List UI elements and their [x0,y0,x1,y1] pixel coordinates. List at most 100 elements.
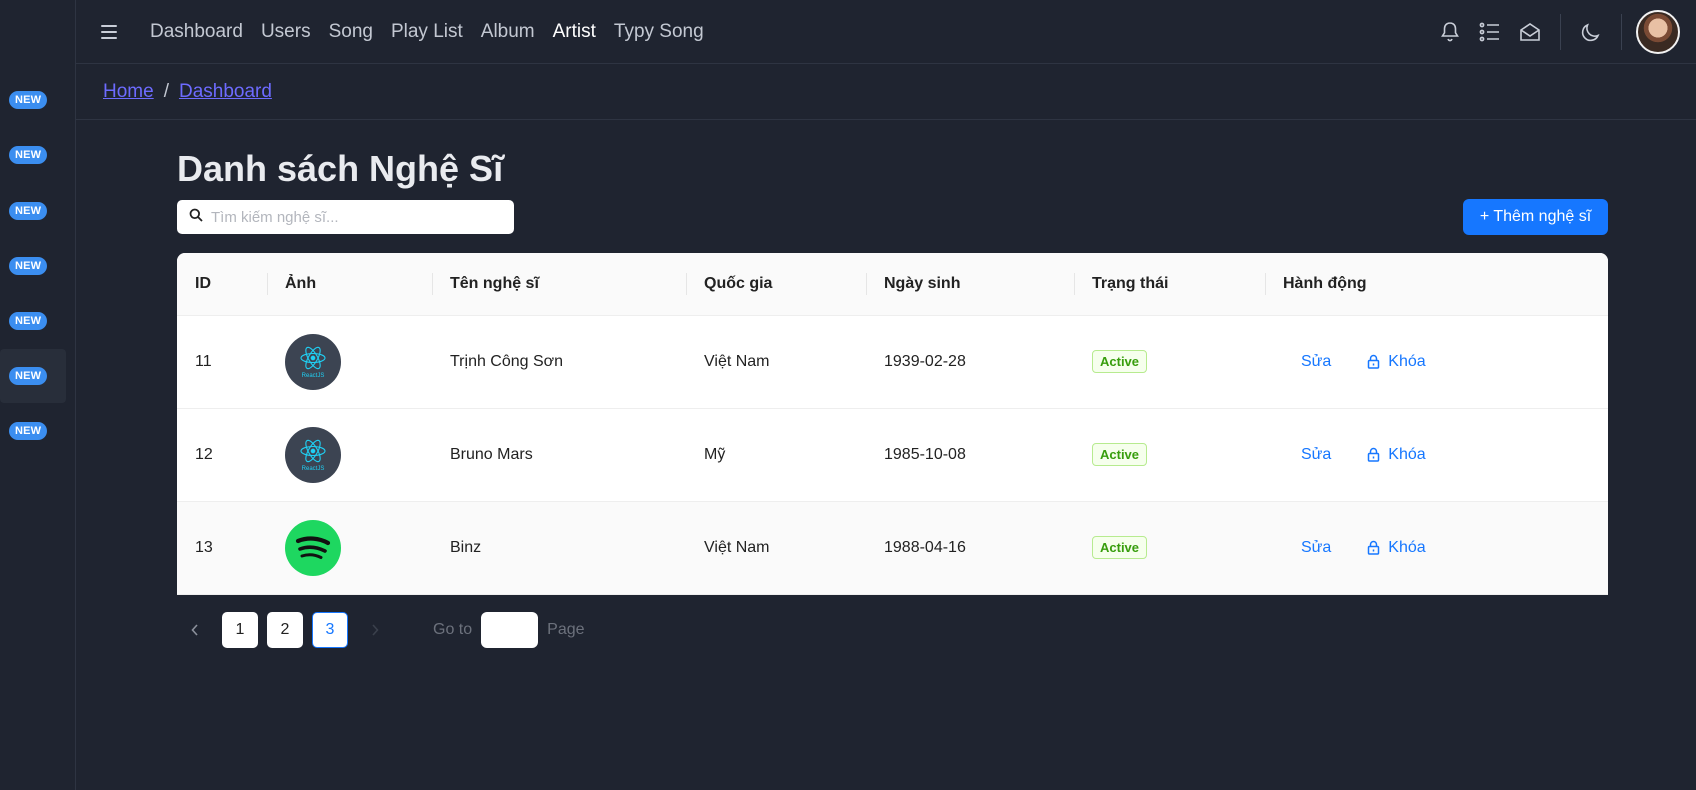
nav-album[interactable]: Album [472,21,544,43]
sidebar-item-1[interactable]: NEW [0,73,66,127]
table-row: 11 ReactJS Trịnh Công Sơn Việt Nam 1939-… [177,315,1608,409]
sidebar-item-3[interactable]: NEW [0,184,66,238]
bell-icon[interactable] [1430,12,1470,52]
page-button-2[interactable]: 2 [267,612,303,648]
edit-button[interactable]: Sửa [1301,539,1331,557]
new-badge: NEW [9,146,48,164]
hamburger-menu-icon[interactable] [101,21,123,43]
goto-page-input[interactable] [481,612,539,648]
search-icon [189,208,203,227]
svg-text:ReactJS: ReactJS [302,373,325,379]
goto-label: Go to [433,621,473,638]
cell-birthday: 1985-10-08 [866,408,1074,502]
page-button-1[interactable]: 1 [222,612,258,648]
list-icon[interactable] [1470,12,1510,52]
next-page-icon[interactable] [357,612,393,648]
status-badge: Active [1092,536,1148,559]
cell-status: Active [1074,501,1265,595]
nav-song[interactable]: Song [320,21,382,43]
divider [1560,14,1561,50]
lock-button[interactable]: Khóa [1367,538,1426,557]
lock-icon [1368,540,1380,555]
cell-country: Việt Nam [686,501,866,595]
cell-image: ReactJS [267,315,432,409]
column-header-actions: Hành động [1265,253,1608,316]
table-row: 12 ReactJS Bruno Mars Mỹ 1985-10-08 Acti… [177,408,1608,502]
column-header-name: Tên nghệ sĩ [432,253,686,316]
new-badge: NEW [9,202,48,220]
edit-button[interactable]: Sửa [1301,446,1331,464]
user-avatar[interactable] [1636,10,1680,54]
sidebar-item-5[interactable]: NEW [0,294,66,348]
moon-icon[interactable] [1571,12,1611,52]
lock-icon [1368,354,1380,369]
spotify-logo-icon [285,519,341,576]
top-nav: Dashboard Users Song Play List Album Art… [141,21,713,43]
status-badge: Active [1092,443,1148,466]
search-input[interactable] [211,208,501,226]
add-artist-button[interactable]: + Thêm nghệ sĩ [1463,199,1608,235]
top-icons [1430,0,1696,64]
artist-table: ID Ảnh Tên nghệ sĩ Quốc gia Ngày sinh Tr… [177,253,1608,595]
nav-users[interactable]: Users [252,21,320,43]
lock-label: Khóa [1388,352,1426,370]
nav-typy-song[interactable]: Typy Song [605,21,713,43]
sidebar-item-4[interactable]: NEW [0,239,66,293]
nav-artist[interactable]: Artist [544,21,605,43]
new-badge: NEW [9,312,48,330]
sidebar-item-6[interactable]: NEW [0,349,66,403]
lock-button[interactable]: Khóa [1367,445,1426,464]
column-header-id: ID [177,253,267,316]
cell-actions: Sửa Khóa [1265,315,1608,409]
cell-status: Active [1074,315,1265,409]
svg-text:ReactJS: ReactJS [302,466,325,472]
cell-name: Trịnh Công Sơn [432,315,686,409]
breadcrumb: Home / Dashboard [76,64,1696,120]
new-badge: NEW [9,422,48,440]
cell-country: Việt Nam [686,315,866,409]
prev-page-icon[interactable] [177,612,213,648]
sidebar-item-2[interactable]: NEW [0,128,66,182]
table-header-row: ID Ảnh Tên nghệ sĩ Quốc gia Ngày sinh Tr… [177,253,1608,316]
column-header-status: Trạng thái [1074,253,1265,316]
divider [1621,14,1622,50]
edit-button[interactable]: Sửa [1301,353,1331,371]
nav-playlist[interactable]: Play List [382,21,472,43]
column-header-country: Quốc gia [686,253,866,316]
mail-icon[interactable] [1510,12,1550,52]
new-badge: NEW [9,91,48,109]
page-label: Page [547,621,585,638]
cell-name: Binz [432,501,686,595]
table-row: 13 Binz Việt Nam 1988-04-16 Active Sửa K… [177,501,1608,595]
react-logo-icon: ReactJS [285,426,341,483]
page-title: Danh sách Nghệ Sĩ [177,148,504,189]
cell-id: 13 [177,501,267,595]
nav-dashboard[interactable]: Dashboard [141,21,252,43]
cell-id: 11 [177,315,267,409]
column-header-image: Ảnh [267,253,432,316]
top-navbar: Dashboard Users Song Play List Album Art… [76,0,1696,64]
column-header-birthday: Ngày sinh [866,253,1074,316]
cell-image [267,501,432,595]
page-button-3[interactable]: 3 [312,612,348,648]
cell-actions: Sửa Khóa [1265,501,1608,595]
cell-id: 12 [177,408,267,502]
sidebar: NEW NEW NEW NEW NEW NEW NEW [0,0,76,790]
cell-country: Mỹ [686,408,866,502]
sidebar-item-7[interactable]: NEW [0,404,66,458]
lock-label: Khóa [1388,538,1426,556]
cell-name: Bruno Mars [432,408,686,502]
search-box [177,200,514,234]
cell-status: Active [1074,408,1265,502]
new-badge: NEW [9,367,48,385]
cell-actions: Sửa Khóa [1265,408,1608,502]
breadcrumb-home[interactable]: Home [103,81,154,103]
breadcrumb-separator: / [163,80,169,102]
cell-image: ReactJS [267,408,432,502]
lock-button[interactable]: Khóa [1367,352,1426,371]
react-logo-icon: ReactJS [285,333,341,390]
lock-label: Khóa [1388,445,1426,463]
breadcrumb-dashboard[interactable]: Dashboard [179,81,272,103]
lock-icon [1368,447,1380,462]
new-badge: NEW [9,257,48,275]
